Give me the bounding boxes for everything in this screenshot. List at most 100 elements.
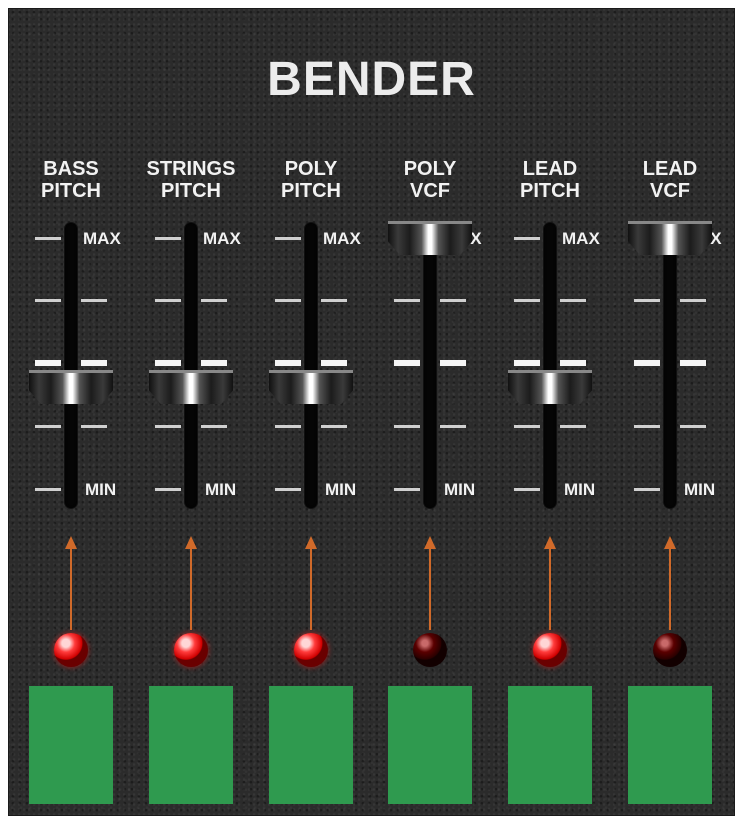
scale-tick: [560, 299, 586, 302]
arrow-line: [549, 548, 551, 630]
led-indicator-on: [54, 633, 88, 667]
scale-tick: [440, 299, 466, 302]
scale-max-label: MAX: [83, 229, 121, 248]
scale-tick: [560, 425, 586, 428]
slider-channel: BASS PITCH MAX MIN: [11, 8, 131, 816]
scale-center-tick: [440, 360, 466, 366]
scale-tick: [394, 425, 420, 428]
scale-min-label: MIN: [564, 480, 596, 499]
scale-center-tick: [275, 360, 301, 366]
scale-center-tick: [81, 360, 107, 366]
slider-track[interactable]: [305, 223, 317, 508]
scale-tick: [155, 299, 181, 302]
slider-track[interactable]: [185, 223, 197, 508]
slider-channel: POLYVCFAXMIN: [370, 8, 490, 816]
scale-tick: [634, 488, 660, 491]
slider-label-line-1: POLY: [284, 158, 338, 180]
slider-handle[interactable]: [149, 370, 233, 404]
slider-label: POLY VCF: [370, 158, 490, 202]
scale-tick: [394, 488, 420, 491]
toggle-pad-button[interactable]: [508, 686, 592, 804]
scale-tick: [514, 299, 540, 302]
arrow-line: [310, 548, 312, 630]
scale-min-label: MIN: [205, 480, 237, 499]
scale-tick: [155, 425, 181, 428]
led-indicator-off: [653, 633, 687, 667]
slider-handle[interactable]: [508, 370, 592, 404]
scale-tick: [275, 488, 301, 491]
scale-center-tick: [394, 360, 420, 366]
scale-center-tick: [680, 360, 706, 366]
scale-center-tick: [155, 360, 181, 366]
arrow-line: [190, 548, 192, 630]
slider-label: POLY PITCH: [251, 158, 371, 202]
slider-track[interactable]: [664, 223, 676, 508]
slider-channel: STRINGS PITCH MAX MIN: [131, 8, 251, 816]
scale-center-tick: [201, 360, 227, 366]
scale-tick: [321, 425, 347, 428]
scale-tick: [81, 299, 107, 302]
scale-max-label: MAX: [562, 229, 600, 248]
slider-label-line-2: VCF: [410, 180, 450, 202]
slider-label: LEAD PITCH: [490, 158, 610, 202]
scale-center-tick: [514, 360, 540, 366]
slider-label-line-2: PITCH: [520, 180, 580, 202]
scale-tick: [35, 425, 61, 428]
scale-center-tick: [35, 360, 61, 366]
led-indicator-on: [174, 633, 208, 667]
slider-label-line-2: PITCH: [161, 180, 221, 202]
led-indicator-on: [294, 633, 328, 667]
scale-tick: [155, 488, 181, 491]
scale-tick: [394, 299, 420, 302]
slider-channel: LEAD PITCH MAX MIN: [490, 8, 610, 816]
slider-label-line-2: PITCH: [281, 180, 341, 202]
scale-tick: [81, 425, 107, 428]
scale-tick: [201, 299, 227, 302]
led-indicator-on: [533, 633, 567, 667]
arrow-line: [429, 548, 431, 630]
slider-track[interactable]: [65, 223, 77, 508]
scale-tick: [514, 237, 540, 240]
scale-min-label: MIN: [444, 480, 476, 499]
slider-label-line-1: POLY: [403, 158, 457, 180]
slider-label: STRINGS PITCH: [131, 158, 251, 202]
scale-tick: [680, 299, 706, 302]
slider-label: LEAD VCF: [610, 158, 730, 202]
slider-label-line-2: VCF: [650, 180, 690, 202]
slider-label-line-1: BASS: [43, 158, 99, 180]
arrow-line: [669, 548, 671, 630]
scale-tick: [201, 425, 227, 428]
scale-tick: [275, 299, 301, 302]
toggle-pad-button[interactable]: [388, 686, 472, 804]
slider-track[interactable]: [424, 223, 436, 508]
toggle-pad-button[interactable]: [269, 686, 353, 804]
scale-min-label: MIN: [684, 480, 716, 499]
scale-max-label: MAX: [203, 229, 241, 248]
scale-center-tick: [321, 360, 347, 366]
slider-label-line-1: STRINGS: [146, 158, 236, 180]
slider-handle[interactable]: [269, 370, 353, 404]
bender-panel: BENDER BASS PITCH MAX MIN STRINGS PITCH MAX MIN…: [8, 8, 735, 816]
toggle-pad-button[interactable]: [628, 686, 712, 804]
scale-max-label: MAX: [323, 229, 361, 248]
scale-tick: [155, 237, 181, 240]
scale-tick: [680, 425, 706, 428]
slider-track[interactable]: [544, 223, 556, 508]
slider-handle[interactable]: [388, 221, 472, 255]
scale-center-tick: [634, 360, 660, 366]
slider-handle[interactable]: [29, 370, 113, 404]
toggle-pad-button[interactable]: [149, 686, 233, 804]
slider-channel: LEADVCFAXMIN: [610, 8, 730, 816]
toggle-pad-button[interactable]: [29, 686, 113, 804]
slider-handle[interactable]: [628, 221, 712, 255]
scale-tick: [440, 425, 466, 428]
slider-label: BASS PITCH: [11, 158, 131, 202]
scale-min-label: MIN: [325, 480, 357, 499]
scale-tick: [514, 488, 540, 491]
scale-tick: [275, 237, 301, 240]
arrow-line: [70, 548, 72, 630]
scale-center-tick: [560, 360, 586, 366]
slider-label-line-1: LEAD: [642, 158, 698, 180]
slider-label-line-2: PITCH: [41, 180, 101, 202]
scale-tick: [35, 488, 61, 491]
